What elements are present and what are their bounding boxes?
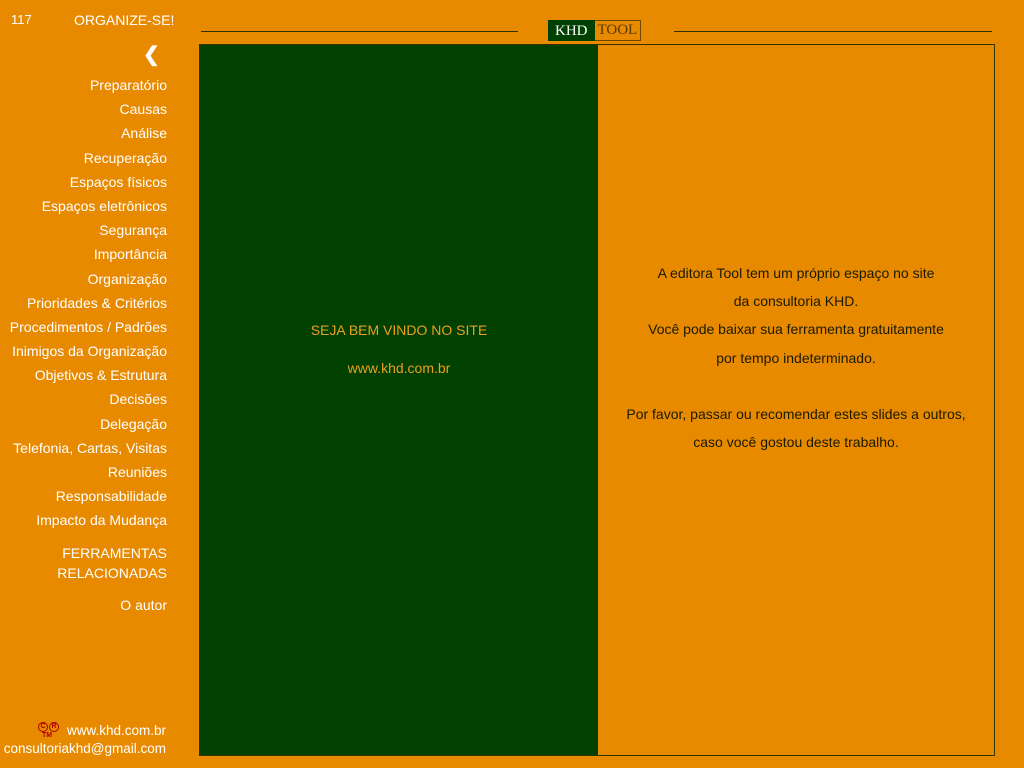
nav-item-author[interactable]: O autor	[0, 593, 167, 617]
footer: C R TM www.khd.com.br consultoriakhd@gma…	[4, 722, 166, 758]
page-number: 117	[11, 12, 32, 27]
tools-label-line1: FERRAMENTAS	[62, 544, 167, 561]
nav-item-espacos-eletronicos[interactable]: Espaços eletrônicos	[0, 194, 167, 218]
nav-item-recuperacao[interactable]: Recuperação	[0, 146, 167, 170]
info-panel: A editora Tool tem um próprio espaço no …	[598, 45, 994, 755]
info-line-spacer	[598, 372, 994, 400]
logo-khd: KHD	[548, 20, 595, 41]
nav-item-importancia[interactable]: Importância	[0, 242, 167, 266]
nav-item-prioridades[interactable]: Prioridades & Critérios	[0, 291, 167, 315]
nav-item-objetivos[interactable]: Objetivos & Estrutura	[0, 363, 167, 387]
info-line: A editora Tool tem um próprio espaço no …	[657, 265, 935, 281]
footer-website-link[interactable]: www.khd.com.br	[67, 722, 166, 740]
nav-item-ferramentas[interactable]: FERRAMENTAS RELACIONADAS	[0, 543, 167, 583]
nav-item-decisoes[interactable]: Decisões	[0, 387, 167, 411]
info-line: da consultoria KHD.	[733, 293, 859, 310]
site-url-link[interactable]: www.khd.com.br	[200, 360, 598, 376]
nav-item-seguranca[interactable]: Segurança	[0, 218, 167, 242]
info-line: Por favor, passar ou recomendar estes sl…	[626, 406, 966, 423]
info-line: caso você gostou deste trabalho.	[693, 434, 899, 451]
nav-item-inimigos[interactable]: Inimigos da Organização	[0, 339, 167, 363]
logo-tool: TOOL	[594, 20, 642, 41]
welcome-text: SEJA BEM VINDO NO SITE	[310, 322, 488, 338]
nav-item-delegacao[interactable]: Delegação	[0, 412, 167, 436]
nav-item-impacto[interactable]: Impacto da Mudança	[0, 508, 167, 532]
header-divider-right	[674, 31, 992, 32]
trademark-icon: C R TM	[37, 722, 59, 740]
nav-item-telefonia[interactable]: Telefonia, Cartas, Visitas	[0, 436, 167, 460]
info-line: por tempo indeterminado.	[716, 349, 876, 366]
slide-title: ORGANIZE-SE!	[74, 12, 175, 28]
slide-content: SEJA BEM VINDO NO SITE www.khd.com.br A …	[199, 44, 995, 756]
header-divider-left	[201, 31, 518, 32]
nav-item-espacos-fisicos[interactable]: Espaços físicos	[0, 170, 167, 194]
nav-item-responsabilidade[interactable]: Responsabilidade	[0, 484, 167, 508]
sidebar-nav: Preparatório Causas Análise Recuperação …	[0, 73, 167, 617]
footer-email-link[interactable]: consultoriakhd@gmail.com	[4, 741, 166, 756]
welcome-panel: SEJA BEM VINDO NO SITE www.khd.com.br	[200, 45, 598, 755]
info-text: A editora Tool tem um próprio espaço no …	[598, 259, 994, 456]
khd-tool-logo: KHD TOOL	[548, 20, 642, 41]
info-line: Você pode baixar sua ferramenta gratuita…	[648, 321, 944, 338]
nav-item-organizacao[interactable]: Organização	[0, 267, 167, 291]
tools-label-line2: RELACIONADAS	[57, 564, 167, 581]
nav-item-causas[interactable]: Causas	[0, 97, 167, 121]
nav-item-reunioes[interactable]: Reuniões	[0, 460, 167, 484]
back-arrow-icon[interactable]: ❮	[143, 43, 160, 67]
nav-item-procedimentos[interactable]: Procedimentos / Padrões	[0, 315, 167, 339]
nav-item-preparatorio[interactable]: Preparatório	[0, 73, 167, 97]
nav-item-analise[interactable]: Análise	[0, 121, 167, 145]
